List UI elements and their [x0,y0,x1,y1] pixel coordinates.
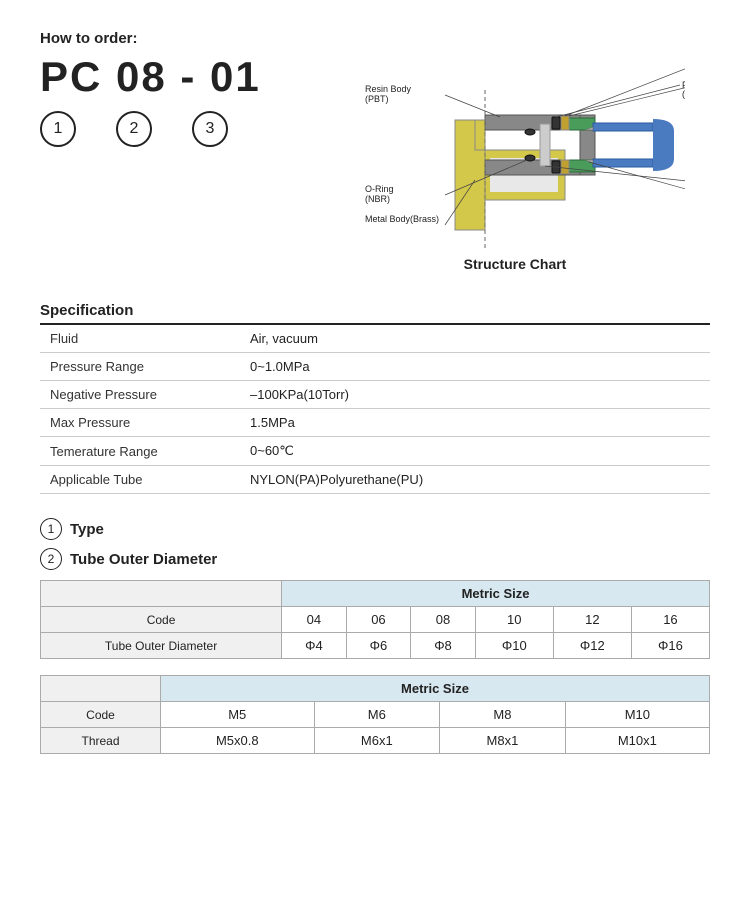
type-section: 1 Type 2 Tube Outer Diameter [40,518,710,570]
label-oring2: (NBR) [365,194,390,204]
table2-code-m6: M6 [314,702,440,728]
table2-thread-m6: M6x1 [314,728,440,754]
type-circle-1: 1 [40,518,62,540]
table1-tod-10: Φ10 [475,633,553,659]
type-label: Type [70,521,104,538]
how-to-order-label: How to order: [40,30,300,47]
table2-empty-header [41,676,161,702]
spec-value: 0~1.0MPa [240,353,710,381]
table2-code-m10: M10 [565,702,709,728]
circle-labels: 1 2 3 [40,111,300,147]
table2-thread-m10: M10x1 [565,728,709,754]
spec-label: Negative Pressure [40,381,240,409]
table2-thread-label: Thread [41,728,161,754]
label-metalbody: Metal Body(Brass) [365,214,439,224]
table2-code-m5: M5 [161,702,315,728]
spec-value: –100KPa(10Torr) [240,381,710,409]
table1-empty-header [41,581,282,607]
table1-code-12: 12 [553,607,631,633]
top-section: How to order: PC 08 - 01 1 2 3 [40,30,710,272]
table1-code-10: 10 [475,607,553,633]
table1-code-08: 08 [411,607,476,633]
outer-diam-label: Tube Outer Diameter [70,551,217,568]
left-section: How to order: PC 08 - 01 1 2 3 [40,30,300,147]
table1-tod-04: Φ4 [282,633,347,659]
label-oring: O-Ring [365,184,394,194]
table1-tod-08: Φ8 [411,633,476,659]
spec-row: Max Pressure1.5MPa [40,409,710,437]
label-resin2: (PBT) [365,94,389,104]
metric-table-2: Metric Size Code M5 M6 M8 M10 Thread M5x… [40,675,710,754]
label-packing2: (NBR) [682,89,685,99]
circle-1: 1 [40,111,76,147]
metric-table-1-wrapper: Metric Size Code 04 06 08 10 12 16 Tube … [40,580,710,659]
structure-chart-title: Structure Chart [464,256,567,272]
type-circle-2: 2 [40,548,62,570]
table1-metric-header: Metric Size [282,581,710,607]
spec-row: Negative Pressure–100KPa(10Torr) [40,381,710,409]
table1-tod-16: Φ16 [631,633,709,659]
label-resin: Resin Body [365,84,412,94]
spec-row: Pressure Range0~1.0MPa [40,353,710,381]
table2-thread-m8: M8x1 [440,728,566,754]
spec-label: Applicable Tube [40,466,240,494]
spec-row: Applicable TubeNYLON(PA)Polyurethane(PU) [40,466,710,494]
spec-value: Air, vacuum [240,325,710,353]
circle-3: 3 [192,111,228,147]
metric-table-1: Metric Size Code 04 06 08 10 12 16 Tube … [40,580,710,659]
spec-value: NYLON(PA)Polyurethane(PU) [240,466,710,494]
part-number: PC 08 - 01 [40,53,300,101]
table1-code-label: Code [41,607,282,633]
spec-label: Pressure Range [40,353,240,381]
type-line-1: 1 Type [40,518,710,540]
spec-row: Temerature Range0~60℃ [40,437,710,466]
spec-label: Max Pressure [40,409,240,437]
spec-value: 0~60℃ [240,437,710,466]
table1-code-16: 16 [631,607,709,633]
circle-2: 2 [116,111,152,147]
table2-code-label: Code [41,702,161,728]
spec-section: Specification FluidAir, vacuumPressure R… [40,302,710,494]
table2-thread-m5: M5x0.8 [161,728,315,754]
spec-row: FluidAir, vacuum [40,325,710,353]
table1-code-06: 06 [346,607,411,633]
spec-title: Specification [40,302,710,325]
spec-table: FluidAir, vacuumPressure Range0~1.0MPaNe… [40,325,710,494]
spec-label: Fluid [40,325,240,353]
right-section: Back Ring(ZnDC) Packing (NBR) Collar(ZnD… [320,30,710,272]
metric-table-2-wrapper: Metric Size Code M5 M6 M8 M10 Thread M5x… [40,675,710,754]
table1-code-04: 04 [282,607,347,633]
structure-diagram: Back Ring(ZnDC) Packing (NBR) Collar(ZnD… [345,30,685,250]
table1-tod-06: Φ6 [346,633,411,659]
table2-metric-header: Metric Size [161,676,710,702]
table1-tod-12: Φ12 [553,633,631,659]
table2-code-m8: M8 [440,702,566,728]
table1-tod-label: Tube Outer Diameter [41,633,282,659]
type-line-2: 2 Tube Outer Diameter [40,548,710,570]
spec-label: Temerature Range [40,437,240,466]
spec-value: 1.5MPa [240,409,710,437]
